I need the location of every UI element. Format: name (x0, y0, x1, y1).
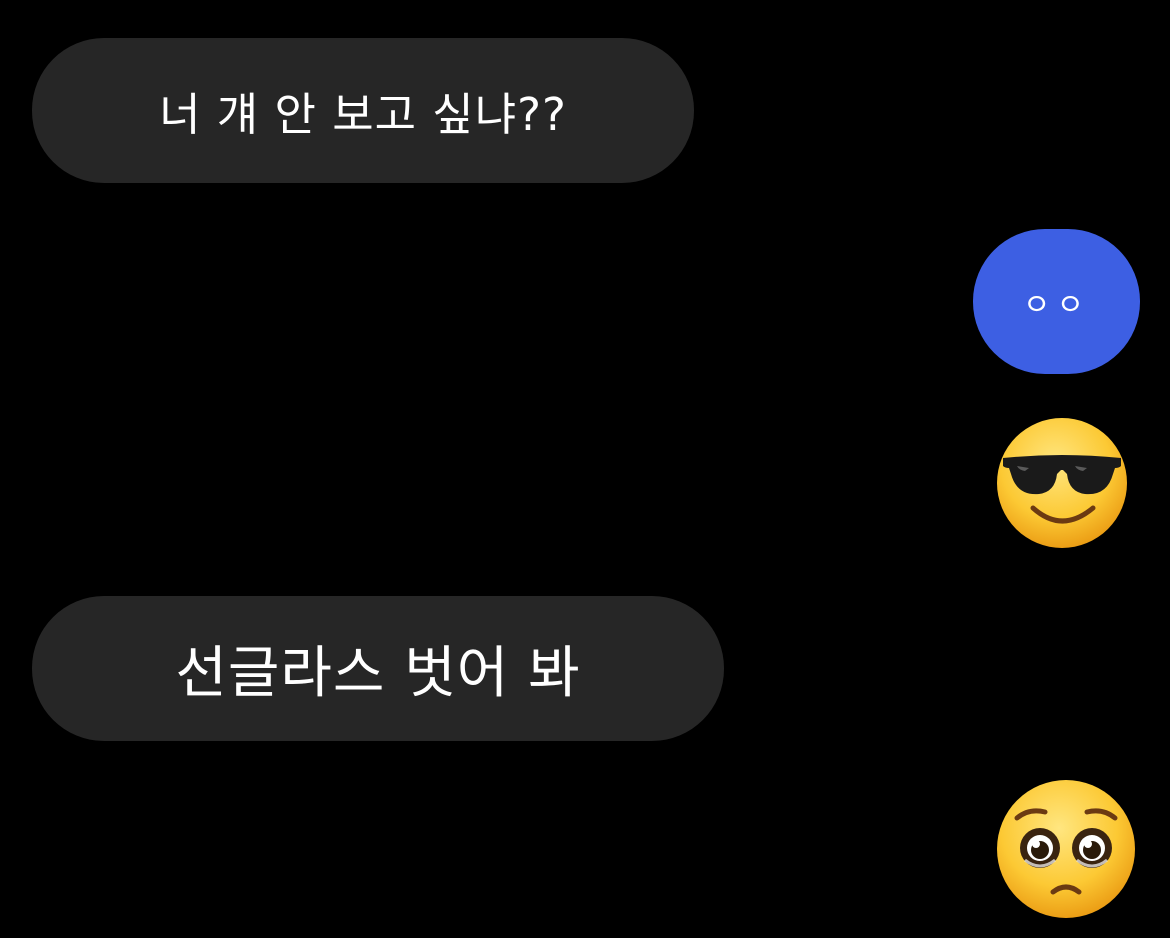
message-text: 선글라스 벗어 봐 (175, 641, 581, 706)
message-text: 너 걔 안 보고 싶냐?? (159, 88, 567, 141)
chat-conversation: 너 걔 안 보고 싶냐?? ㅇㅇ 선글라스 벗어 봐 (0, 0, 1170, 938)
message-text: ㅇㅇ (1022, 287, 1091, 323)
sent-message-bubble[interactable]: ㅇㅇ (973, 229, 1140, 374)
smiling-face-with-sunglasses-icon[interactable] (995, 416, 1129, 550)
received-message-bubble[interactable]: 너 걔 안 보고 싶냐?? (32, 38, 694, 183)
pleading-face-icon[interactable] (995, 778, 1137, 920)
received-message-bubble[interactable]: 선글라스 벗어 봐 (32, 596, 724, 741)
